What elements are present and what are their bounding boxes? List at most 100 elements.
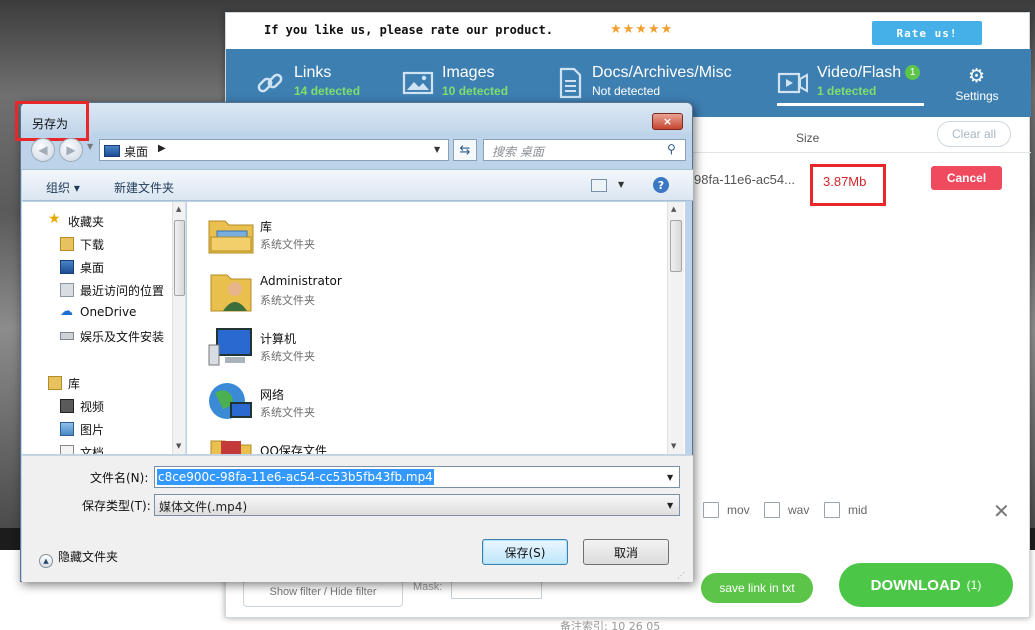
cancel-download-button[interactable]: Cancel <box>931 166 1002 190</box>
nav-entertainment[interactable]: 娱乐及文件安装 <box>22 325 172 347</box>
tab-video-flash[interactable]: Video/Flash 1 1 detected <box>777 49 927 117</box>
gear-icon: ⚙ <box>968 65 986 87</box>
tab-links-title: Links <box>294 64 332 81</box>
list-item[interactable]: Administrator 系统文件夹 <box>207 263 647 319</box>
filter-wav[interactable]: wav <box>764 502 809 518</box>
new-folder-button[interactable]: 新建文件夹 <box>114 179 174 196</box>
nav-onedrive[interactable]: ☁ OneDrive <box>22 302 172 324</box>
list-item[interactable]: 计算机 系统文件夹 <box>207 319 647 375</box>
nav-library[interactable]: 库 <box>22 372 172 394</box>
tab-images-title: Images <box>442 64 495 81</box>
settings-button[interactable]: ⚙ Settings <box>946 49 1008 117</box>
user-folder-icon <box>210 274 252 312</box>
filetype-select[interactable]: 媒体文件(.mp4) ▼ <box>154 494 680 516</box>
refresh-icon[interactable]: ⇆ <box>453 139 477 161</box>
scroll-up-icon[interactable]: ▲ <box>671 205 676 213</box>
recent-places-icon <box>60 283 74 297</box>
close-filters-icon[interactable]: ✕ <box>993 501 1010 521</box>
document-icon <box>60 445 74 454</box>
library-folder-icon <box>208 220 254 254</box>
scroll-down-icon[interactable]: ▼ <box>176 442 181 450</box>
address-path: 桌面 <box>124 145 149 159</box>
cancel-button[interactable]: 取消 <box>583 539 669 565</box>
help-icon[interactable]: ? <box>653 177 669 193</box>
video-count-badge: 1 <box>905 65 921 80</box>
nav-favorites[interactable]: ★ 收藏夹 <box>22 210 172 232</box>
history-dropdown-icon[interactable]: ▼ <box>87 142 93 151</box>
nav-recent[interactable]: 最近访问的位置 <box>22 279 172 301</box>
address-bar[interactable]: 桌面 ▶ ▼ <box>99 139 449 161</box>
clear-all-button[interactable]: Clear all <box>937 121 1011 147</box>
tab-links-count: 14 detected <box>294 84 361 98</box>
rate-text: If you like us, please rate our product. <box>264 23 553 37</box>
chevron-down-icon[interactable]: ▼ <box>618 180 624 189</box>
tab-images-count: 10 detected <box>442 84 509 98</box>
folder-icon <box>210 440 252 454</box>
filter-mid[interactable]: mid <box>824 502 867 518</box>
navigation-pane: ★ 收藏夹 下载 桌面 最近访问的位置 ☁ OneDrive 娱乐及文件安装 库 视… <box>22 202 186 454</box>
file-size-highlight: 3.87Mb <box>810 164 886 206</box>
chevron-down-icon[interactable]: ▼ <box>667 473 673 482</box>
list-item[interactable]: QQ保存文件 <box>207 431 647 454</box>
chevron-up-icon: ▲ <box>39 554 53 568</box>
dialog-titlebar: 另存为 × <box>15 101 692 141</box>
rate-banner: If you like us, please rate our product.… <box>226 13 1029 51</box>
scrollbar-thumb[interactable] <box>174 220 185 296</box>
download-button[interactable]: DOWNLOAD (1) <box>839 563 1013 607</box>
library-icon <box>48 376 62 390</box>
drive-icon <box>60 332 74 340</box>
save-link-txt-button[interactable]: save link in txt <box>701 573 813 603</box>
tab-video-title: Video/Flash 1 <box>817 64 921 82</box>
back-arrow-icon[interactable]: ◀ <box>31 138 55 162</box>
list-item[interactable]: 网络 系统文件夹 <box>207 375 647 431</box>
scrollbar-thumb[interactable] <box>670 220 682 272</box>
nav-downloads[interactable]: 下载 <box>22 233 172 255</box>
address-row: ◀ ▶ ▼ 桌面 ▶ ▼ ⇆ 搜索 桌面 ⚲ <box>29 138 686 162</box>
nav-scrollbar[interactable]: ▲ ▼ <box>172 202 185 454</box>
hide-folders-toggle[interactable]: ▲ 隐藏文件夹 <box>39 548 118 568</box>
forward-arrow-icon[interactable]: ▶ <box>59 138 83 162</box>
rating-stars[interactable]: ★★★★★ <box>610 22 673 37</box>
search-input[interactable]: 搜索 桌面 ⚲ <box>483 139 686 161</box>
chevron-down-icon[interactable]: ▼ <box>434 145 440 154</box>
download-file-name: 98fa-11e6-ac54... <box>694 172 795 187</box>
resize-grip-icon[interactable]: ⋰ <box>677 571 685 580</box>
tab-video-count: 1 detected <box>817 84 877 98</box>
active-tab-underline <box>777 103 924 106</box>
close-icon[interactable]: × <box>652 113 683 130</box>
nav-desktop[interactable]: 桌面 <box>22 256 172 278</box>
file-size: 3.87Mb <box>823 174 867 189</box>
checkbox[interactable] <box>824 502 840 518</box>
filename-field[interactable]: c8ce900c-98fa-11e6-ac54-cc53b5fb43fb.mp4… <box>154 466 680 488</box>
nav-videos[interactable]: 视频 <box>22 395 172 417</box>
organize-menu[interactable]: 组织 ▾ <box>46 179 80 196</box>
film-icon <box>60 399 74 413</box>
list-item[interactable]: 库系统文件夹 <box>207 207 647 263</box>
filetype-value: 媒体文件(.mp4) <box>159 500 248 514</box>
background-footer-text: 备注索引: 10 26 05 <box>560 620 661 630</box>
rate-us-button[interactable]: Rate us! <box>872 21 982 45</box>
chevron-right-icon[interactable]: ▶ <box>158 143 166 154</box>
filename-value: c8ce900c-98fa-11e6-ac54-cc53b5fb43fb.mp4 <box>157 469 434 485</box>
view-options-icon[interactable] <box>591 179 607 192</box>
checkbox[interactable] <box>764 502 780 518</box>
scroll-up-icon[interactable]: ▲ <box>176 205 181 213</box>
cloud-icon: ☁ <box>60 304 73 319</box>
checkbox[interactable] <box>703 502 719 518</box>
image-icon <box>402 71 434 95</box>
search-placeholder: 搜索 桌面 <box>492 145 544 159</box>
save-button[interactable]: 保存(S) <box>482 539 568 565</box>
file-scrollbar[interactable]: ▲ ▼ <box>667 202 684 454</box>
filetype-label: 保存类型(T): <box>82 499 151 513</box>
scroll-down-icon[interactable]: ▼ <box>671 442 676 450</box>
nav-documents[interactable]: 文档 <box>22 441 172 454</box>
nav-pictures[interactable]: 图片 <box>22 418 172 440</box>
save-fields: 文件名(N): c8ce900c-98fa-11e6-ac54-cc53b5fb… <box>22 455 693 582</box>
size-column-header: Size <box>796 131 820 145</box>
document-icon <box>559 67 582 99</box>
chevron-down-icon[interactable]: ▼ <box>667 501 673 510</box>
filter-mov[interactable]: mov <box>703 502 750 518</box>
filename-label: 文件名(N): <box>90 471 149 485</box>
desktop-icon <box>104 145 120 157</box>
search-icon[interactable]: ⚲ <box>667 142 676 156</box>
